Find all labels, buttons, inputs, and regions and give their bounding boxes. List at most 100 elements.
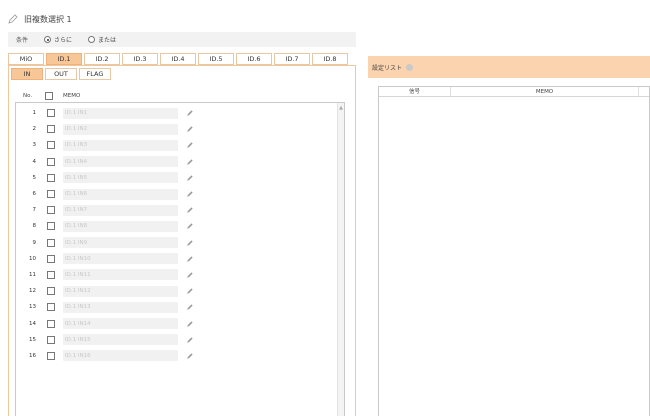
row-number: 11 (29, 271, 36, 278)
row-checkbox[interactable] (47, 319, 55, 328)
condition-radio-or[interactable]: または (88, 35, 116, 44)
column-no: No. (23, 93, 33, 99)
signal-list[interactable]: 1 ID.1 IN1 2 ID.1 IN2 3 ID.1 IN3 4 ID.1 IN4 5 ID.… (15, 102, 345, 416)
tab-id5[interactable]: ID.5 (198, 53, 234, 65)
row-checkbox[interactable] (47, 190, 55, 199)
list-item: 10 ID.1 IN10 (16, 251, 336, 267)
condition-radio-and[interactable]: さらに (44, 35, 72, 44)
radio-dot[interactable] (44, 36, 52, 43)
memo-field[interactable]: ID.1 IN15 (63, 334, 178, 346)
list-item: 16 ID.1 IN16 (16, 348, 336, 364)
row-checkbox[interactable] (47, 157, 55, 166)
memo-field[interactable]: ID.1 IN13 (63, 301, 178, 313)
row-checkbox[interactable] (47, 254, 55, 263)
edit-pencil-icon[interactable] (186, 255, 194, 263)
memo-field[interactable]: ID.1 IN11 (63, 269, 178, 281)
tab-out[interactable]: OUT (45, 68, 77, 80)
edit-pencil-icon[interactable] (186, 336, 194, 344)
row-number: 5 (32, 174, 37, 181)
memo-field[interactable]: ID.1 IN8 (63, 220, 178, 232)
edit-pencil-icon[interactable] (186, 125, 194, 133)
tab-id4[interactable]: ID.4 (160, 53, 196, 65)
list-item: 15 ID.1 IN15 (16, 332, 336, 348)
memo-field[interactable]: ID.1 IN9 (63, 237, 178, 249)
row-checkbox[interactable] (47, 141, 55, 150)
row-checkbox[interactable] (47, 222, 55, 231)
row-number: 14 (29, 320, 36, 327)
scroll-up-icon[interactable]: ▲ (339, 105, 343, 111)
edit-pencil-icon[interactable] (186, 352, 194, 360)
tab-id2[interactable]: ID.2 (84, 53, 120, 65)
memo-field[interactable]: ID.1 IN1 (63, 107, 178, 119)
edit-pencil-icon[interactable] (186, 190, 194, 198)
edit-pencil-icon[interactable] (186, 141, 194, 149)
row-checkbox[interactable] (47, 173, 55, 182)
page-title: 旧複数選択 1 (24, 14, 72, 24)
memo-field[interactable]: ID.1 IN6 (63, 188, 178, 200)
list-item: 6 ID.1 IN6 (16, 186, 336, 202)
edit-pencil-icon[interactable] (186, 303, 194, 311)
memo-field[interactable]: ID.1 IN2 (63, 123, 178, 135)
select-all-checkbox[interactable] (45, 92, 53, 100)
row-number: 8 (32, 223, 37, 230)
row-checkbox[interactable] (47, 303, 55, 312)
info-icon[interactable] (406, 63, 414, 71)
row-number: 15 (29, 336, 36, 343)
edit-pencil-icon[interactable] (186, 320, 194, 328)
memo-field[interactable]: ID.1 IN10 (63, 253, 178, 265)
io-panel: IN OUT FLAG No. MEMO 1 ID.1 IN1 2 ID.1 IN2 3… (8, 65, 356, 416)
tab-id6[interactable]: ID.6 (236, 53, 272, 65)
tab-id7[interactable]: ID.7 (274, 53, 310, 65)
memo-field[interactable]: ID.1 IN5 (63, 172, 178, 184)
row-checkbox[interactable] (47, 335, 55, 344)
list-item: 14 ID.1 IN14 (16, 315, 336, 331)
edit-pencil-icon[interactable] (186, 239, 194, 247)
row-checkbox[interactable] (47, 206, 55, 215)
row-number: 6 (32, 191, 37, 198)
tab-id8[interactable]: ID.8 (312, 53, 348, 65)
memo-field[interactable]: ID.1 IN3 (63, 139, 178, 151)
list-item: 7 ID.1 IN7 (16, 202, 336, 218)
list-item: 1 ID.1 IN1 (16, 105, 336, 121)
edit-pencil-icon[interactable] (186, 287, 194, 295)
edit-pencil-icon[interactable] (186, 109, 194, 117)
tab-id1[interactable]: ID.1 (46, 53, 82, 65)
edit-pencil-icon[interactable] (186, 222, 194, 230)
memo-field[interactable]: ID.1 IN7 (63, 204, 178, 216)
row-checkbox[interactable] (47, 109, 55, 118)
edit-pencil-icon[interactable] (186, 158, 194, 166)
radio-label: または (98, 37, 117, 44)
scrollbar[interactable]: ▲ (337, 103, 344, 416)
row-checkbox[interactable] (47, 125, 55, 134)
list-item: 12 ID.1 IN12 (16, 283, 336, 299)
row-checkbox[interactable] (47, 287, 55, 296)
row-checkbox[interactable] (47, 351, 55, 360)
radio-dot[interactable] (88, 36, 96, 43)
memo-field[interactable]: ID.1 IN14 (63, 318, 178, 330)
list-item: 8 ID.1 IN8 (16, 218, 336, 234)
list-item: 2 ID.1 IN2 (16, 121, 336, 137)
list-item: 11 ID.1 IN11 (16, 267, 336, 283)
edit-pencil-icon[interactable] (186, 271, 194, 279)
row-number: 4 (32, 158, 37, 165)
tab-id3[interactable]: ID.3 (122, 53, 158, 65)
signal-rows: 1 ID.1 IN1 2 ID.1 IN2 3 ID.1 IN3 4 ID.1 IN4 5 ID.… (16, 105, 336, 364)
settings-list-header: 設定リスト (368, 56, 650, 78)
tab-mio[interactable]: MiO (8, 53, 44, 65)
row-number: 1 (32, 110, 37, 117)
row-checkbox[interactable] (47, 238, 55, 247)
row-checkbox[interactable] (47, 270, 55, 279)
memo-field[interactable]: ID.1 IN12 (63, 285, 178, 297)
list-item: 9 ID.1 IN9 (16, 235, 336, 251)
list-item: 3 ID.1 IN3 (16, 137, 336, 153)
pencil-icon (8, 14, 18, 24)
memo-field[interactable]: ID.1 IN4 (63, 156, 178, 168)
row-number: 2 (32, 126, 37, 133)
row-number: 7 (32, 207, 37, 214)
list-item: 4 ID.1 IN4 (16, 154, 336, 170)
edit-pencil-icon[interactable] (186, 174, 194, 182)
tab-in[interactable]: IN (11, 68, 43, 80)
tab-flag[interactable]: FLAG (79, 68, 111, 80)
memo-field[interactable]: ID.1 IN16 (63, 350, 178, 362)
edit-pencil-icon[interactable] (186, 206, 194, 214)
